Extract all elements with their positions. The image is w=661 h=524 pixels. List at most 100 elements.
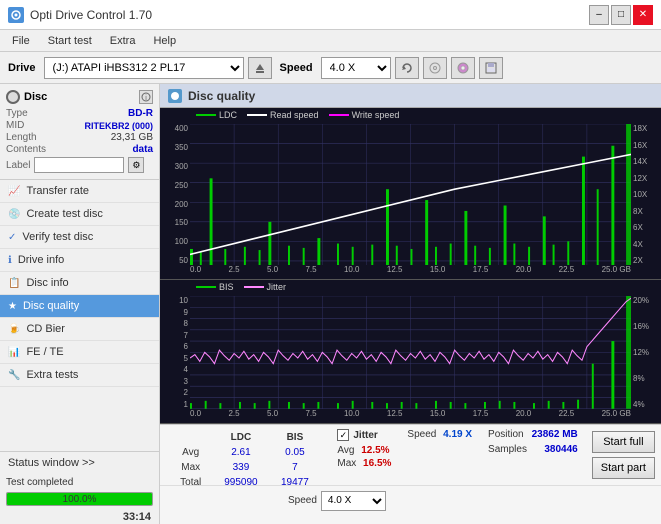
status-window-label: Status window >> [8,457,95,469]
disc-mid-value: RITEKBR2 (000) [84,121,153,131]
start-full-button[interactable]: Start full [592,431,655,453]
speed-bottom-label: Speed [288,495,317,506]
top-legend: LDC Read speed Write speed [160,108,661,122]
disc-icon [6,90,20,104]
nav-extra-tests[interactable]: 🔧 Extra tests [0,364,159,387]
byaxis-20pct: 20% [631,296,661,305]
cd-icon-button[interactable] [423,57,447,79]
speed-bottom-row: Speed 4.0 X [288,491,386,511]
status-bar-container: 100.0% [0,488,159,510]
bxaxis-25: 25.0 GB [602,409,631,423]
menu-help[interactable]: Help [145,33,184,49]
nav-drive-info[interactable]: ℹ Drive info [0,249,159,272]
nav-transfer-rate[interactable]: 📈 Transfer rate [0,180,159,203]
status-window-button[interactable]: Status window >> [0,452,159,474]
byaxis-8pct: 8% [631,374,661,383]
disc-contents-row: Contents data [6,144,153,155]
byaxis-1: 1 [160,400,190,409]
jitter-avg-value: 12.5% [361,445,389,456]
disc-info-label: Disc info [26,277,68,289]
max-ldc-value: 339 [213,461,268,474]
status-complete-text: Test completed [6,477,73,488]
app-icon [8,7,24,23]
menu-file[interactable]: File [4,33,38,49]
jitter-label: Jitter [353,430,377,441]
bis-legend: BIS [196,282,234,292]
nav-disc-info[interactable]: 📋 Disc info [0,272,159,295]
ldc-legend-line [196,114,216,116]
yaxis-12x: 12X [631,174,661,183]
disc-icon-button[interactable] [451,57,475,79]
byaxis-4pct: 4% [631,400,661,409]
nav-cd-bier[interactable]: 🍺 CD Bier [0,318,159,341]
byaxis-5: 5 [160,354,190,363]
xaxis-7-5: 7.5 [305,265,316,279]
chart-title: Disc quality [188,89,255,103]
menu-extra[interactable]: Extra [102,33,144,49]
position-label: Position [488,429,524,440]
drive-select[interactable]: (J:) ATAPI iHBS312 2 PL17 [44,57,244,79]
close-button[interactable]: ✕ [633,5,653,25]
disc-mid-label: MID [6,120,24,131]
menubar: File Start test Extra Help [0,30,661,52]
main-content: Disc i Type BD-R MID RITEKBR2 (000) Leng… [0,84,661,524]
speed-select[interactable]: 4.0 X [321,57,391,79]
position-value: 23862 MB [532,429,578,440]
yaxis-250: 250 [160,181,190,190]
yaxis-4x: 4X [631,240,661,249]
xaxis-10: 10.0 [344,265,360,279]
chart-header-icon [168,89,182,103]
extra-tests-icon: 🔧 [8,370,20,381]
save-button[interactable] [479,57,503,79]
bis-legend-label: BIS [219,282,234,292]
maximize-button[interactable]: □ [611,5,631,25]
chart-header: Disc quality [160,84,661,108]
yaxis-200: 200 [160,200,190,209]
yaxis-2x: 2X [631,256,661,265]
start-part-button[interactable]: Start part [592,457,655,479]
stats-row2: Speed 4.0 X [160,485,661,515]
status-section: Status window >> Test completed 100.0% 3… [0,451,159,524]
disc-label-input[interactable] [34,157,124,173]
position-row: Position 23862 MB [488,429,578,440]
drive-toolbar: Drive (J:) ATAPI iHBS312 2 PL17 Speed 4.… [0,52,661,84]
verify-test-icon: ✓ [8,232,16,243]
status-complete-row: Test completed [0,474,159,488]
disc-mid-row: MID RITEKBR2 (000) [6,120,153,131]
nav-disc-quality[interactable]: ★ Disc quality [0,295,159,318]
bxaxis-15: 15.0 [430,409,446,423]
fe-te-label: FE / TE [26,346,63,358]
byaxis-8: 8 [160,319,190,328]
cd-bier-icon: 🍺 [8,324,20,335]
max-label: Max [170,461,211,474]
bis-legend-line [196,286,216,288]
minimize-button[interactable]: – [589,5,609,25]
disc-btn1[interactable]: i [139,90,153,104]
bottom-legend: BIS Jitter [160,280,661,294]
jitter-max-row: Max 16.5% [337,458,391,469]
bxaxis-20: 20.0 [516,409,532,423]
top-yaxis-left: 400 350 300 250 200 150 100 50 [160,124,190,265]
drive-info-icon: ℹ [8,255,12,266]
eject-button[interactable] [248,57,272,79]
refresh-button[interactable] [395,57,419,79]
disc-header: Disc i [6,90,153,104]
menu-start-test[interactable]: Start test [40,33,100,49]
nav-verify-test[interactable]: ✓ Verify test disc [0,226,159,249]
yaxis-6x: 6X [631,223,661,232]
status-bar-text: 100.0% [7,493,152,505]
speed-bottom-select[interactable]: 4.0 X [321,491,386,511]
samples-row: Samples 380446 [488,444,578,455]
byaxis-7: 7 [160,331,190,340]
yaxis-300: 300 [160,162,190,171]
nav-fe-te[interactable]: 📊 FE / TE [0,341,159,364]
writespeed-legend-label: Write speed [352,110,400,120]
col-ldc-header: LDC [213,431,268,444]
nav-create-test[interactable]: 💿 Create test disc [0,203,159,226]
bottom-yaxis-right: 20% 16% 12% 8% 4% [631,296,661,409]
bottom-yaxis-left: 10 9 8 7 6 5 4 3 2 1 [160,296,190,409]
titlebar-controls[interactable]: – □ ✕ [589,5,653,25]
disc-label-btn[interactable]: ⚙ [128,157,144,173]
jitter-checkbox[interactable]: ✓ [337,429,349,441]
jitter-legend-line [244,286,264,288]
